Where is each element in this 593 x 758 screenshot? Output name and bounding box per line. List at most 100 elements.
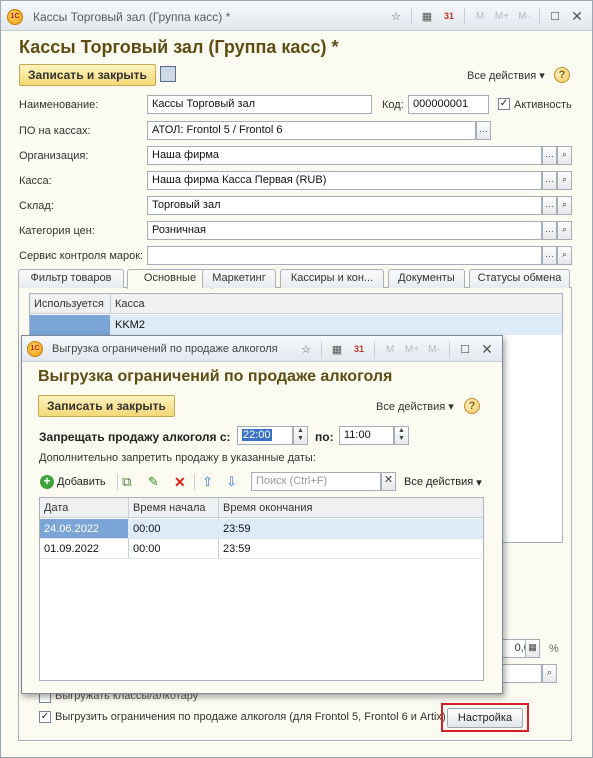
from-time-spinner[interactable]: ▲ ▼ <box>293 426 308 445</box>
delete-icon[interactable]: ✕ <box>174 474 186 490</box>
sklad-select-button[interactable]: … <box>542 196 557 215</box>
save-icon[interactable] <box>160 66 176 82</box>
cell-date: 24.06.2022 <box>44 523 100 535</box>
cell-end: 23:59 <box>223 543 251 555</box>
copy-icon[interactable]: ⧉ <box>122 474 131 490</box>
all-actions-menu[interactable]: Все действия ▾ <box>467 69 545 82</box>
table-row[interactable]: 24.06.2022 00:00 23:59 <box>40 519 483 539</box>
memory-mplus-button[interactable]: M+ <box>403 340 421 358</box>
help-icon[interactable]: ? <box>554 67 570 83</box>
price-select-button[interactable]: … <box>542 221 557 240</box>
tab-documents[interactable]: Документы <box>388 269 465 288</box>
modal-save-close-button[interactable]: Записать и закрыть <box>38 395 175 417</box>
cell-date: 01.09.2022 <box>44 543 100 555</box>
name-field[interactable]: Кассы Торговый зал <box>147 95 372 114</box>
kassa-select-button[interactable]: … <box>542 171 557 190</box>
close-icon[interactable]: ✕ <box>568 7 586 25</box>
settings-button[interactable]: Настройка <box>447 708 523 728</box>
calculator-icon[interactable]: ▦ <box>328 340 346 358</box>
tab-product-filter[interactable]: Фильтр товаров <box>18 269 124 288</box>
modal-all-actions-label: Все действия <box>376 401 446 413</box>
main-window-title: Кассы Торговый зал (Группа касс) * <box>33 10 231 24</box>
add-button[interactable]: + Добавить <box>40 474 106 490</box>
calculator-icon[interactable]: ▦ <box>418 7 436 25</box>
marks-label: Сервис контроля марок: <box>19 250 144 262</box>
cell-kassa: KKM2 <box>115 319 145 331</box>
sklad-label: Склад: <box>19 200 54 212</box>
sklad-field[interactable]: Торговый зал <box>147 196 542 215</box>
titlebar-controls: ☆ ▦ 31 M M+ M- ☐ ✕ <box>387 7 586 25</box>
org-search-icon[interactable]: ⌕ <box>557 146 572 165</box>
dates-table-header: Дата Время начала Время окончания <box>40 498 483 518</box>
po-select-button[interactable]: … <box>476 121 491 140</box>
help-icon[interactable]: ? <box>464 398 480 414</box>
memory-mminus-button[interactable]: M- <box>515 7 533 25</box>
col-start-time: Время начала <box>133 502 206 514</box>
tab-exchange-status[interactable]: Статусы обмена <box>469 269 570 288</box>
export-limits-checkbox[interactable]: ✓ <box>39 711 51 723</box>
org-label: Организация: <box>19 150 89 162</box>
to-label: по: <box>315 430 334 444</box>
table-all-actions-menu[interactable]: Все действия ▾ <box>404 474 482 490</box>
table-row[interactable]: KKM2 <box>30 315 562 335</box>
favorite-icon[interactable]: ☆ <box>387 7 405 25</box>
move-down-icon[interactable]: ⇩ <box>226 474 237 490</box>
calendar-icon[interactable]: 31 <box>350 340 368 358</box>
chevron-down-icon: ▾ <box>448 401 454 413</box>
org-select-button[interactable]: … <box>542 146 557 165</box>
tab-marketing[interactable]: Маркетинг <box>202 269 276 288</box>
memory-mminus-button[interactable]: M- <box>425 340 443 358</box>
add-label: Добавить <box>57 476 106 488</box>
save-close-button[interactable]: Записать и закрыть <box>19 64 156 86</box>
favorite-icon[interactable]: ☆ <box>297 340 315 358</box>
kassa-grid-header: Используется Касса <box>30 294 562 314</box>
kassa-label: Касса: <box>19 175 52 187</box>
add-icon: + <box>40 475 54 489</box>
code-label: Код: <box>382 99 404 111</box>
code-field[interactable]: 000000001 <box>408 95 489 114</box>
marks-select-button[interactable]: … <box>542 246 557 265</box>
po-field[interactable]: АТОЛ: Frontol 5 / Frontol 6 <box>147 121 476 140</box>
search-clear-icon[interactable]: ✕ <box>381 472 396 491</box>
extra-label: Дополнительно запретить продажу в указан… <box>39 452 316 464</box>
tab-main[interactable]: Основные <box>127 269 213 289</box>
active-checkbox[interactable]: ✓ <box>498 98 510 110</box>
maximize-icon[interactable]: ☐ <box>456 340 474 358</box>
col-end-time: Время окончания <box>223 502 313 514</box>
memory-m-button[interactable]: M <box>381 340 399 358</box>
dates-table: Дата Время начала Время окончания 24.06.… <box>39 497 484 681</box>
org-field[interactable]: Наша фирма <box>147 146 542 165</box>
kassa-search-icon[interactable]: ⌕ <box>557 171 572 190</box>
from-time-field[interactable]: 22:00 <box>237 426 293 445</box>
partial-search-icon[interactable]: ⌕ <box>542 664 557 683</box>
table-row[interactable]: 01.09.2022 00:00 23:59 <box>40 539 483 559</box>
to-time-spinner[interactable]: ▲ ▼ <box>394 426 409 445</box>
modal-title: Выгрузка ограничений по продаже алкоголя <box>38 368 393 385</box>
col-used: Используется <box>34 298 104 310</box>
price-field[interactable]: Розничная <box>147 221 542 240</box>
price-search-icon[interactable]: ⌕ <box>557 221 572 240</box>
to-time-field[interactable]: 11:00 <box>339 426 394 445</box>
calendar-icon[interactable]: 31 <box>440 7 458 25</box>
memory-m-button[interactable]: M <box>471 7 489 25</box>
alcohol-limits-dialog: 1С Выгрузка ограничений по продаже алког… <box>21 335 503 694</box>
price-label: Категория цен: <box>19 225 95 237</box>
modal-titlebar: 1С Выгрузка ограничений по продаже алког… <box>22 336 502 362</box>
col-kassa: Касса <box>115 298 145 310</box>
modal-all-actions-menu[interactable]: Все действия ▾ <box>376 400 454 413</box>
move-up-icon[interactable]: ⇧ <box>202 474 213 490</box>
marks-search-icon[interactable]: ⌕ <box>557 246 572 265</box>
tab-cashiers[interactable]: Кассиры и кон... <box>280 269 384 288</box>
percent-calc-icon[interactable]: ▦ <box>525 639 540 658</box>
maximize-icon[interactable]: ☐ <box>546 7 564 25</box>
app-logo-icon: 1С <box>7 9 23 25</box>
sklad-search-icon[interactable]: ⌕ <box>557 196 572 215</box>
close-icon[interactable]: ✕ <box>478 340 496 358</box>
kassa-field[interactable]: Наша фирма Касса Первая (RUB) <box>147 171 542 190</box>
edit-icon[interactable]: ✎ <box>148 474 159 490</box>
marks-field[interactable] <box>147 246 542 265</box>
memory-mplus-button[interactable]: M+ <box>493 7 511 25</box>
app-logo-icon: 1С <box>27 341 43 357</box>
search-input[interactable]: Поиск (Ctrl+F) <box>251 472 381 491</box>
partial-field[interactable] <box>498 664 542 683</box>
